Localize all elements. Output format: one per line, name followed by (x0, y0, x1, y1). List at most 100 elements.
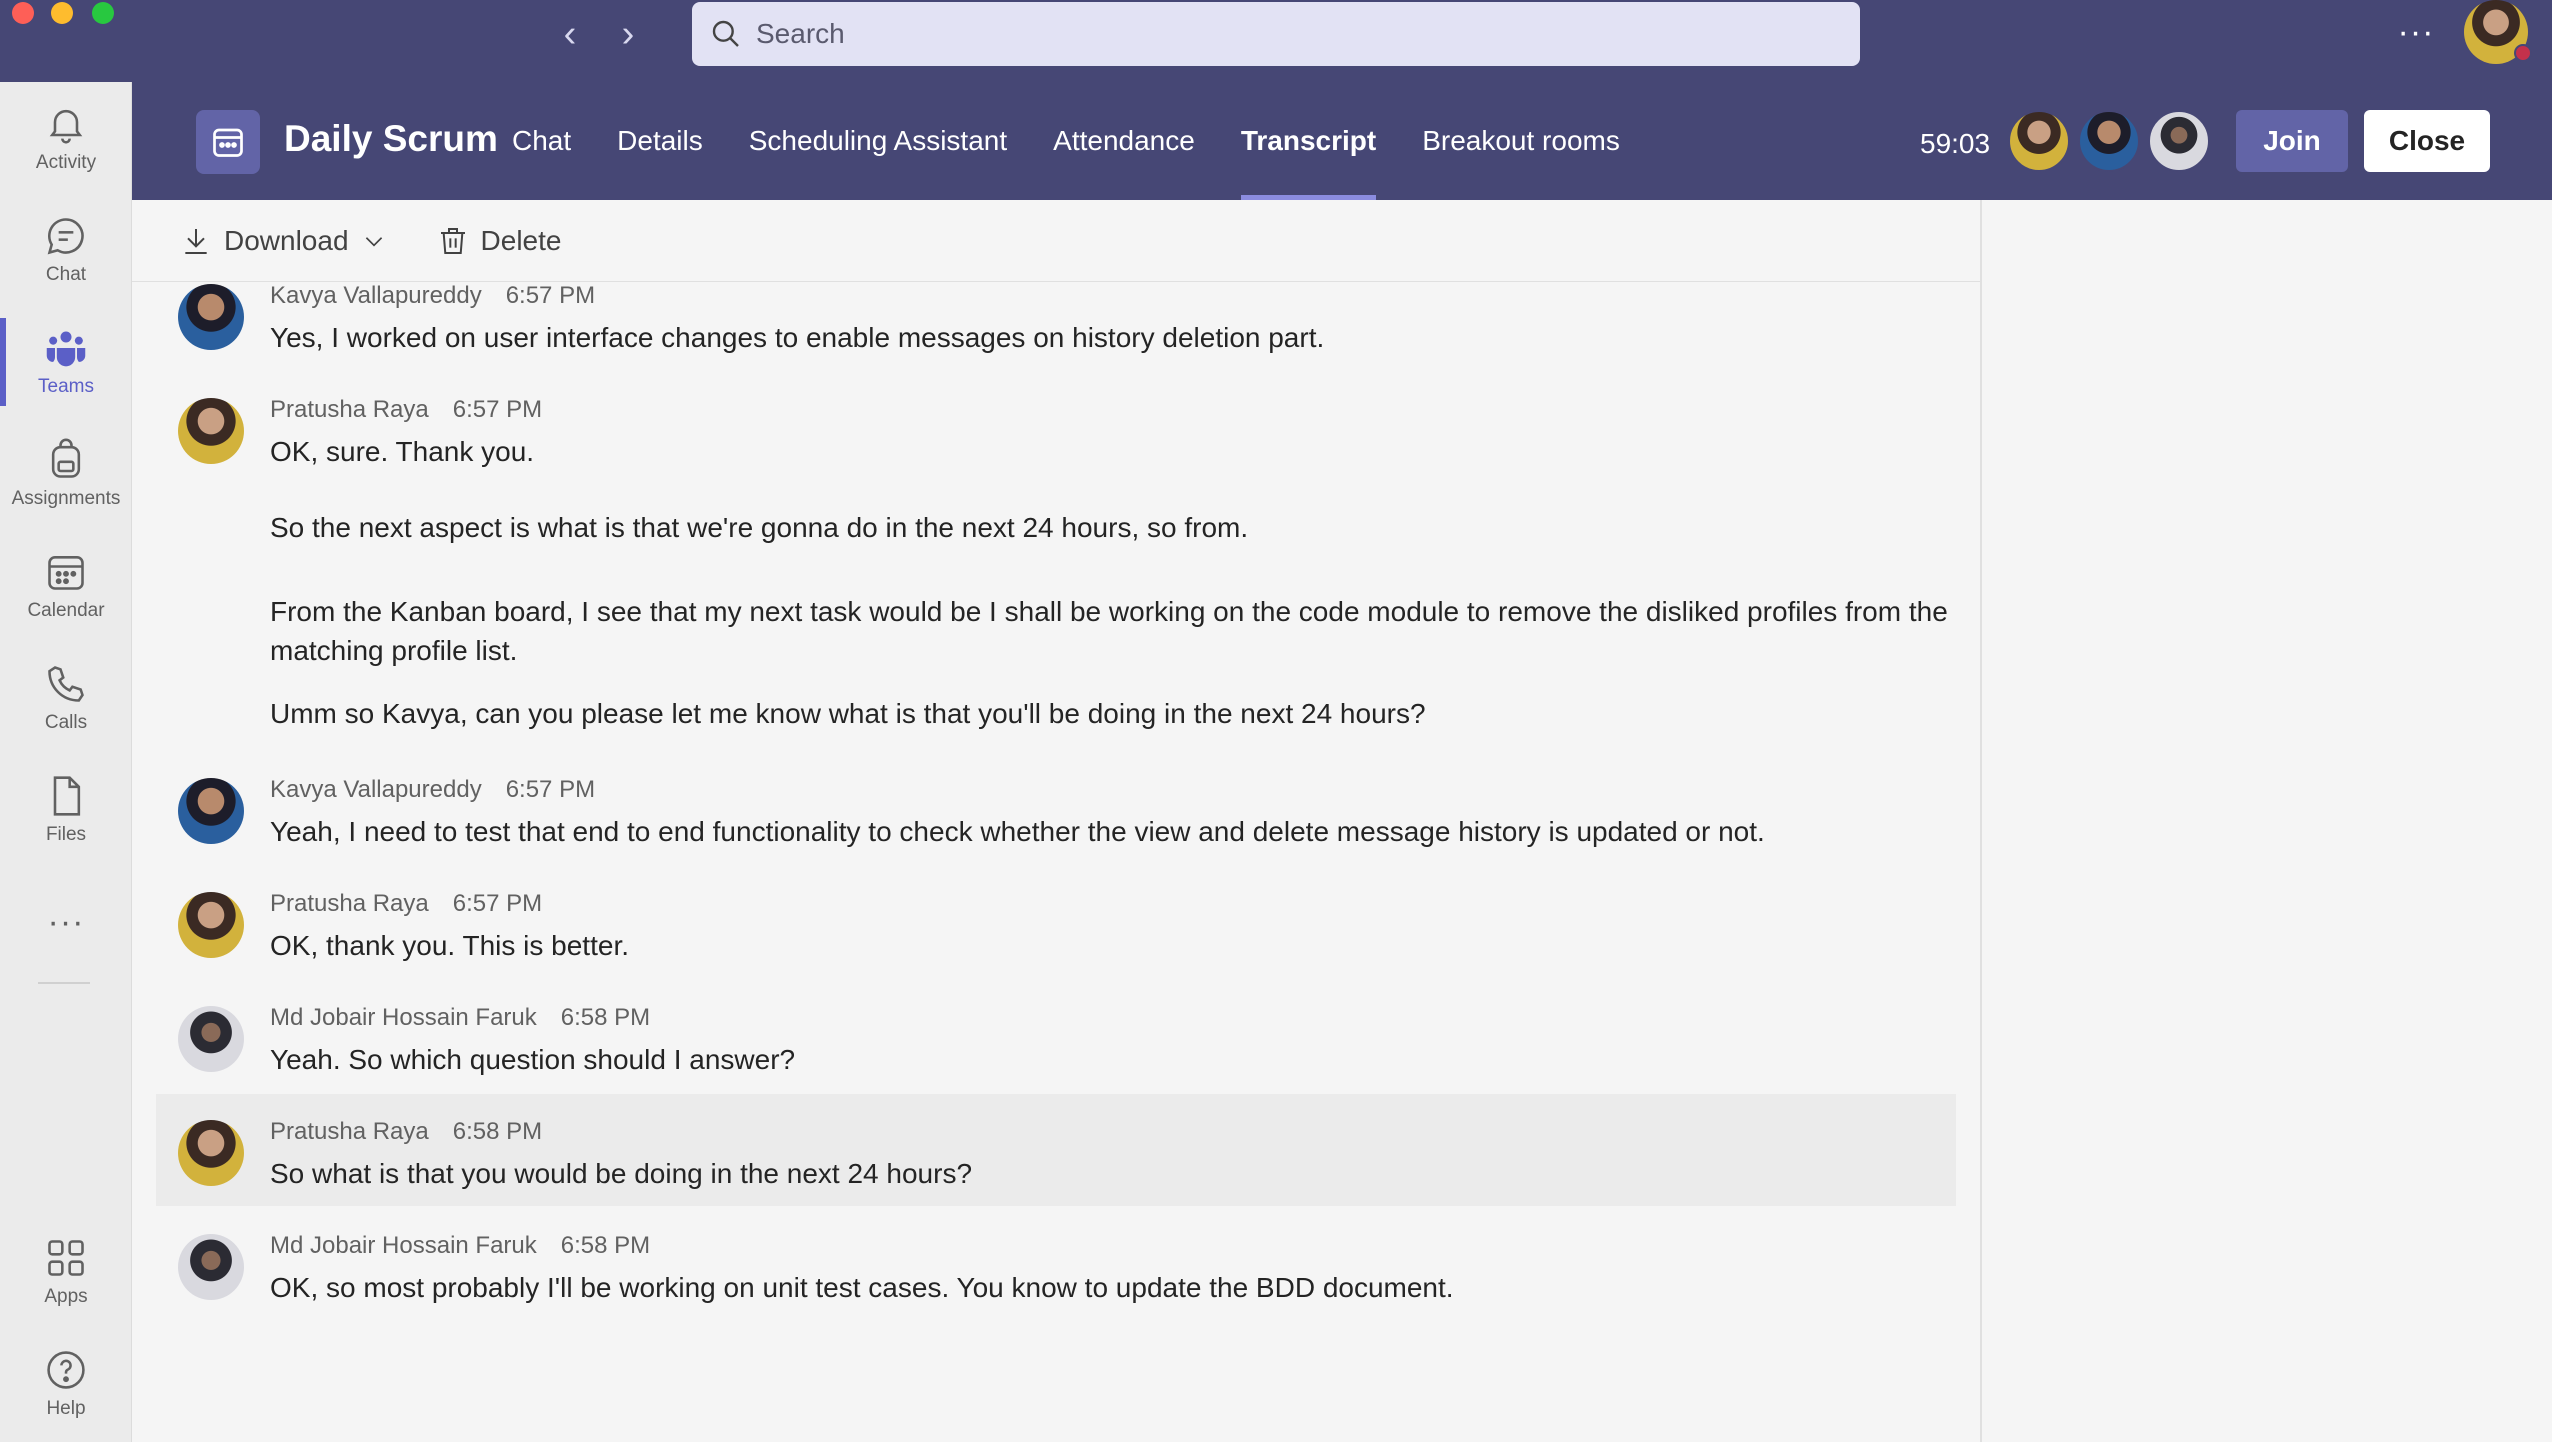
apps-grid-icon (48, 1240, 84, 1276)
participant-avatar[interactable] (2148, 110, 2210, 172)
download-button[interactable]: Download (180, 225, 387, 257)
participant-avatar[interactable] (2078, 110, 2140, 172)
transcript-text: Umm so Kavya, can you please let me know… (270, 698, 1426, 729)
more-dots-icon: ··· (47, 902, 85, 941)
transcript-entry: Kavya Vallapureddy 6:57 PM Yes, I worked … (156, 282, 1956, 362)
backpack-icon (51, 438, 81, 478)
rail-item-chat[interactable]: Chat (0, 200, 132, 300)
entry-meta: Pratusha Raya 6:57 PM (270, 396, 542, 424)
transcript-entry: Md Jobair Hossain Faruk 6:58 PM Yeah. So … (156, 992, 1956, 1104)
window-minimize-button[interactable] (51, 2, 73, 24)
rail-label: Activity (35, 152, 97, 173)
rail-item-help[interactable]: Help (0, 1334, 132, 1434)
tab-attendance[interactable]: Attendance (1053, 82, 1195, 200)
transcript-entry: Pratusha Raya 6:57 PM OK, thank you. This… (156, 878, 1956, 990)
speaker-name: Pratusha Raya (270, 890, 429, 917)
rail-item-files[interactable]: Files (0, 760, 132, 860)
speaker-name: Kavya Vallapureddy (270, 282, 482, 309)
file-icon (53, 776, 81, 816)
timestamp: 6:57 PM (505, 282, 596, 309)
app-rail: Activity Chat Teams Assignments Calendar… (0, 82, 132, 1442)
tab-transcript[interactable]: Transcript (1240, 82, 1377, 200)
transcript-text: OK, thank you. This is better. (270, 930, 629, 961)
transcript-text: OK, so most probably I'll be working on … (270, 1272, 1454, 1303)
forward-button[interactable]: › (608, 14, 648, 54)
speaker-avatar (178, 398, 244, 464)
timestamp: 6:58 PM (452, 1118, 543, 1145)
entry-meta: Kavya Vallapureddy 6:57 PM (270, 776, 595, 804)
timestamp: 6:58 PM (560, 1004, 651, 1031)
join-button[interactable]: Join (2236, 110, 2348, 172)
presence-busy-icon (2514, 44, 2532, 62)
window-close-button[interactable] (12, 2, 34, 24)
entry-meta: Pratusha Raya 6:57 PM (270, 890, 542, 918)
transcript-list: Kavya Vallapureddy 6:57 PM Yes, I worked … (156, 282, 1956, 1442)
rail-item-teams[interactable]: Teams (0, 312, 132, 412)
download-icon (185, 228, 207, 254)
window-zoom-button[interactable] (92, 2, 114, 24)
speaker-avatar (178, 284, 244, 350)
bell-icon (49, 109, 83, 144)
rail-item-assignments[interactable]: Assignments (0, 424, 132, 524)
meeting-tabs: Chat Details Scheduling Assistant Attend… (512, 82, 1666, 200)
right-side-pane (1980, 200, 2552, 1442)
chevron-down-icon[interactable] (361, 228, 387, 254)
search-input[interactable] (756, 18, 1756, 50)
tab-breakout-rooms[interactable]: Breakout rooms (1422, 82, 1620, 200)
timestamp: 6:57 PM (505, 776, 596, 803)
search-box[interactable] (692, 2, 1860, 66)
search-icon (712, 20, 739, 47)
rail-label: Help (46, 1398, 86, 1419)
rail-label: Files (45, 824, 87, 845)
speaker-avatar (178, 1234, 244, 1300)
entry-meta: Md Jobair Hossain Faruk 6:58 PM (270, 1232, 650, 1260)
close-button[interactable]: Close (2364, 110, 2490, 172)
speaker-avatar (178, 778, 244, 844)
title-bar: ‹ › ··· (0, 0, 2552, 82)
help-icon (47, 1351, 85, 1389)
transcript-entry: Kavya Vallapureddy 6:57 PM Yeah, I need t… (156, 764, 1956, 876)
entry-meta: Md Jobair Hossain Faruk 6:58 PM (270, 1004, 650, 1032)
meeting-timer: 59:03 (1920, 128, 1991, 159)
more-options-button[interactable]: ··· (2396, 12, 2436, 52)
meeting-calendar-icon (196, 110, 260, 174)
transcript-text: So what is that you would be doing in th… (270, 1158, 973, 1189)
tab-chat[interactable]: Chat (512, 82, 571, 200)
tab-scheduling-assistant[interactable]: Scheduling Assistant (749, 82, 1007, 200)
entry-meta: Kavya Vallapureddy 6:57 PM (270, 282, 595, 310)
rail-item-activity[interactable]: Activity (0, 88, 132, 188)
timestamp: 6:57 PM (452, 396, 543, 423)
transcript-text: From the Kanban board, I see that my nex… (270, 596, 1948, 666)
rail-item-calendar[interactable]: Calendar (0, 536, 132, 636)
phone-icon (48, 666, 84, 702)
transcript-text: Yes, I worked on user interface changes … (270, 322, 1325, 353)
rail-label: Apps (44, 1286, 88, 1307)
transcript-text: Yeah, I need to test that end to end fun… (270, 816, 1765, 847)
tab-details[interactable]: Details (617, 82, 703, 200)
meeting-title: Daily Scrum (284, 118, 498, 159)
timestamp: 6:58 PM (560, 1232, 651, 1259)
speaker-name: Kavya Vallapureddy (270, 776, 482, 803)
back-button[interactable]: ‹ (550, 14, 590, 54)
transcript-entry: Md Jobair Hossain Faruk 6:58 PM OK, so mo… (156, 1220, 1956, 1332)
rail-label: Chat (45, 264, 87, 285)
rail-label: Teams (38, 376, 94, 397)
speaker-avatar (178, 1006, 244, 1072)
transcript-entry-selected[interactable]: Pratusha Raya 6:58 PM So what is that you… (156, 1094, 1956, 1206)
speaker-avatar (178, 1120, 244, 1186)
transcript-entry: Pratusha Raya 6:57 PM OK, sure. Thank you… (156, 384, 1956, 744)
rail-label: Assignments (11, 488, 121, 509)
participant-avatar[interactable] (2008, 110, 2070, 172)
entry-meta: Pratusha Raya 6:58 PM (270, 1118, 542, 1146)
trash-icon (440, 227, 465, 254)
chat-icon (47, 218, 84, 255)
rail-label: Calls (44, 712, 88, 733)
download-label: Download (224, 224, 349, 256)
rail-more-apps[interactable]: ··· (0, 872, 132, 972)
transcript-panel: Download Delete Kavya Vallapureddy 6:57 P… (132, 200, 1982, 1442)
profile-avatar[interactable] (2464, 0, 2532, 64)
delete-button[interactable]: Delete (437, 225, 561, 257)
rail-item-apps[interactable]: Apps (0, 1222, 132, 1322)
speaker-name: Md Jobair Hossain Faruk (270, 1004, 537, 1031)
rail-item-calls[interactable]: Calls (0, 648, 132, 748)
